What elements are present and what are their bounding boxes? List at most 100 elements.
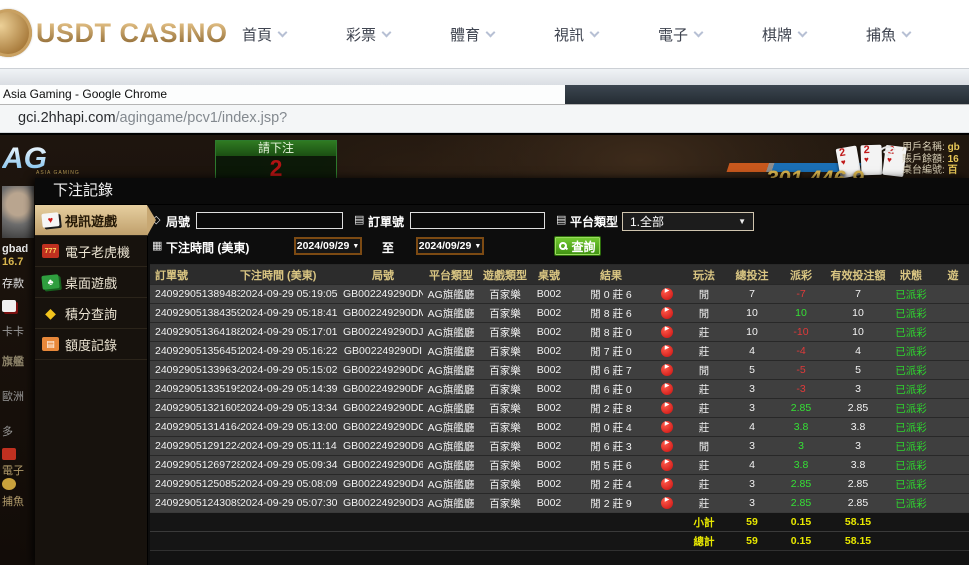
replay-button[interactable]: ▶ xyxy=(661,345,673,357)
replay-button[interactable]: ▶ xyxy=(661,421,673,433)
cell: 240929051339634 xyxy=(150,364,240,376)
cell: 莊 xyxy=(679,420,729,435)
browser-urlbar[interactable]: gci.2hhapi.com/agingame/pcv1/index.jsp? xyxy=(0,105,969,133)
replay-button[interactable]: ▶ xyxy=(661,459,673,471)
payout-cell: 3.8 xyxy=(775,459,827,471)
nav-item-slots[interactable]: 電子 xyxy=(628,24,732,45)
nav-item-lottery[interactable]: 彩票 xyxy=(316,24,420,45)
deposit-link-fragment[interactable]: 存款 xyxy=(2,275,24,291)
cell: 58.15 xyxy=(827,516,889,528)
window-titlebar[interactable]: Asia Gaming - Google Chrome xyxy=(0,85,969,105)
slot-777-icon: 777 xyxy=(42,244,59,258)
menu-fragment[interactable]: 卡卡 xyxy=(2,323,24,339)
platform-type-select[interactable]: 1.全部 ▼ xyxy=(622,212,754,231)
cell: 百家樂 xyxy=(479,477,531,492)
replay-button[interactable]: ▶ xyxy=(661,478,673,490)
window-title: Asia Gaming - Google Chrome xyxy=(3,87,167,101)
round-number-label: 局號 xyxy=(166,213,190,230)
payout-cell: -10 xyxy=(775,326,827,338)
menu-fragment[interactable]: 捕魚 xyxy=(2,493,24,509)
nav-item-sports[interactable]: 體育 xyxy=(420,24,524,45)
nav-item-poker[interactable]: 棋牌 xyxy=(732,24,836,45)
order-number-input[interactable] xyxy=(410,212,545,229)
menu-fragment[interactable]: 多 xyxy=(2,423,13,439)
cell: 10 xyxy=(729,326,775,338)
cell: 5 xyxy=(729,364,775,376)
platform-type-value: 1.全部 xyxy=(630,213,664,230)
cell: B002 xyxy=(531,307,567,319)
column-header: 派彩 xyxy=(775,267,827,283)
menu-fragment[interactable]: 旗艦 xyxy=(2,353,24,369)
sidebar-item-points-query[interactable]: ◆ 積分查詢 xyxy=(35,298,147,329)
cell: 閒 8 莊 6 xyxy=(567,306,655,321)
cell: 莊 xyxy=(679,477,729,492)
cell: ▶ xyxy=(655,364,679,376)
cell: 百家樂 xyxy=(479,401,531,416)
cell: 2.85 xyxy=(827,497,889,509)
sidebar-item-slot-machines[interactable]: 777 電子老虎機 xyxy=(35,236,147,267)
cell: B002 xyxy=(531,326,567,338)
cell: 莊 xyxy=(679,401,729,416)
replay-button[interactable]: ▶ xyxy=(661,326,673,338)
round-number-input[interactable] xyxy=(196,212,343,229)
cell: 10 xyxy=(729,307,775,319)
to-label: 至 xyxy=(382,239,394,256)
cell: 2.85 xyxy=(827,478,889,490)
table-row: 2409290513141642024-09-29 05:13:00GB0022… xyxy=(150,417,969,436)
modal-sidebar: ♥ 視訊遊戲 777 電子老虎機 ♣ 桌面遊戲 ◆ 積分查詢 ▤ 額度記錄 xyxy=(35,205,148,565)
cell: B002 xyxy=(531,421,567,433)
chevron-down-icon xyxy=(694,27,704,37)
cell: 莊 xyxy=(679,458,729,473)
page-divider xyxy=(0,68,969,85)
status-badge: 已派彩 xyxy=(889,363,933,378)
date-from-picker[interactable]: 2024/09/29▼ xyxy=(294,237,362,255)
table-row: 2409290513894832024-09-29 05:19:05GB0022… xyxy=(150,284,969,303)
replay-button[interactable]: ▶ xyxy=(661,364,673,376)
cell: 2.85 xyxy=(827,402,889,414)
cell: 240929051250852 xyxy=(150,478,240,490)
bet-countdown-box: 請下注 2 xyxy=(215,140,337,182)
cell: 240929051335195 xyxy=(150,383,240,395)
cell: 240929051364188 xyxy=(150,326,240,338)
nav-item-fishing[interactable]: 捕魚 xyxy=(836,24,940,45)
replay-button[interactable]: ▶ xyxy=(661,383,673,395)
cell: 2024-09-29 05:09:34 xyxy=(240,459,343,471)
date-to-picker[interactable]: 2024/09/29▼ xyxy=(416,237,484,255)
cell: 百家樂 xyxy=(479,344,531,359)
cell: 2024-09-29 05:13:00 xyxy=(240,421,343,433)
cell: 2024-09-29 05:11:14 xyxy=(240,440,343,452)
replay-button[interactable]: ▶ xyxy=(661,440,673,452)
table-row: 2409290512430892024-09-29 05:07:30GB0022… xyxy=(150,493,969,512)
sidebar-item-credit-records[interactable]: ▤ 額度記錄 xyxy=(35,329,147,360)
cell: 240929051291224 xyxy=(150,440,240,452)
search-button[interactable]: 查詢 xyxy=(554,236,601,256)
nav-item-home[interactable]: 首頁 xyxy=(212,24,316,45)
cell: 3.8 xyxy=(827,421,889,433)
nav-item-live[interactable]: 視訊 xyxy=(524,24,628,45)
cell: GB002249290DD xyxy=(343,402,423,414)
sidebar-item-table-games[interactable]: ♣ 桌面遊戲 xyxy=(35,267,147,298)
replay-button[interactable]: ▶ xyxy=(661,307,673,319)
column-header: 訂單號 xyxy=(150,267,240,283)
table-footer-filler xyxy=(150,550,969,565)
replay-button[interactable]: ▶ xyxy=(661,497,673,509)
payout-cell: 3.8 xyxy=(775,421,827,433)
replay-button[interactable]: ▶ xyxy=(661,288,673,300)
replay-button[interactable]: ▶ xyxy=(661,402,673,414)
avatar xyxy=(2,186,34,238)
caret-down-icon: ▼ xyxy=(352,243,359,250)
sidebar-item-live-games[interactable]: ♥ 視訊遊戲 xyxy=(35,205,147,236)
account-info-row: 賬戶餘額: 16 xyxy=(902,154,960,166)
cell: 58.15 xyxy=(827,535,889,547)
url-path: /agingame/pcv1/index.jsp? xyxy=(116,110,288,126)
account-info: 用戶名稱: gb 賬戶餘額: 16 桌台編號: 百 xyxy=(902,142,960,177)
site-logo-text: USDT CASINO xyxy=(36,18,228,49)
menu-fragment[interactable]: 電子 xyxy=(2,462,24,478)
column-header: 局號 xyxy=(343,267,423,283)
order-number-label: 訂單號 xyxy=(368,213,404,230)
cell: 7 xyxy=(827,288,889,300)
bet-time-label: 下注時間 (美東) xyxy=(166,239,249,256)
site-logo[interactable]: USDT CASINO xyxy=(0,9,228,57)
cell: ▶ xyxy=(655,307,679,319)
menu-fragment[interactable]: 歐洲 xyxy=(2,388,24,404)
